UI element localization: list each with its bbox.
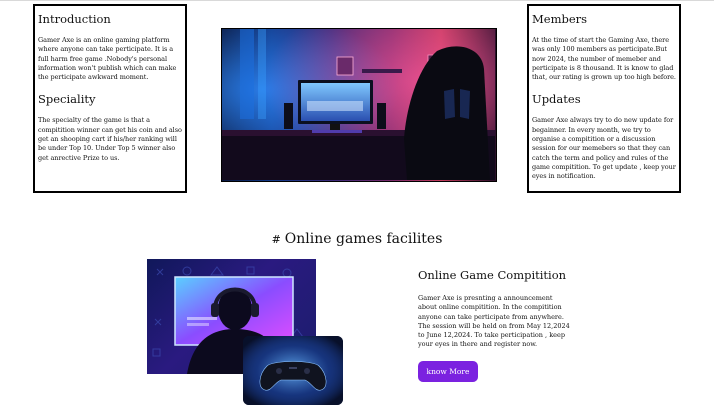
competition-title: Online Game Compitition [418,268,567,282]
section-title: # Online games facilites [0,230,714,249]
hash-icon: # [271,233,281,246]
competition-description: Gamer Axe is presnting a announcement ab… [418,294,570,349]
know-more-button[interactable]: know More [418,361,478,382]
info-box-right: Members At the time of start the Gaming … [527,4,681,193]
updates-heading: Updates [532,92,581,107]
info-box-left: Introduction Gamer Axe is an online gami… [33,4,187,193]
updates-text: Gamer Axe always try to do new update fo… [532,116,676,181]
speciality-heading: Speciality [38,92,96,107]
game-controller-image [243,336,343,405]
members-text: At the time of start the Gaming Axe, the… [532,36,676,82]
section-title-text: Online games facilites [284,231,443,247]
speciality-text: The specialty of the game is that a comp… [38,116,182,162]
introduction-text: Gamer Axe is an online gaming platform w… [38,36,177,82]
members-heading: Members [532,12,588,26]
gaming-room-image [221,28,497,182]
top-divider [0,0,714,1]
introduction-heading: Introduction [38,12,111,26]
